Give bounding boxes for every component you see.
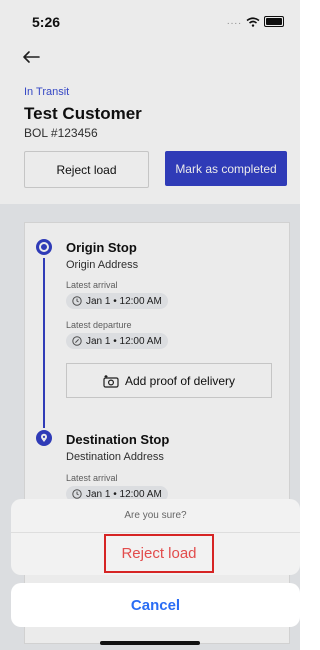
action-sheet: Are you sure? Reject load: [11, 499, 300, 575]
action-sheet-title: Are you sure?: [11, 499, 300, 533]
cancel-button[interactable]: Cancel: [11, 583, 300, 627]
confirm-reject-load-button[interactable]: Reject load: [104, 534, 214, 573]
home-indicator: [100, 641, 200, 645]
